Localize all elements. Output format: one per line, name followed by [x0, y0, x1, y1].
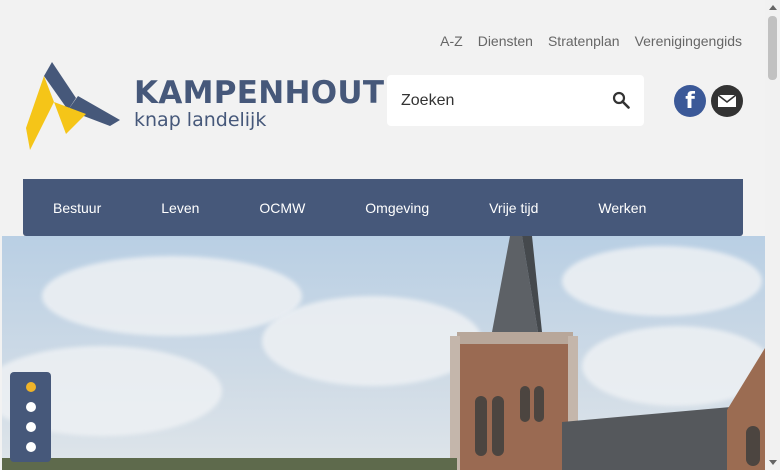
slider-pagination [10, 372, 51, 462]
top-link-diensten[interactable]: Diensten [478, 33, 533, 49]
nav-item-vrije-tijd[interactable]: Vrije tijd [489, 200, 538, 216]
site-logo[interactable]: KAMPENHOUT knap landelijk [24, 58, 384, 154]
nav-item-werken[interactable]: Werken [598, 200, 646, 216]
page: A-Z Diensten Stratenplan Verenigingengid… [0, 0, 765, 470]
slider-dot-1[interactable] [26, 382, 36, 392]
envelope-icon [717, 94, 737, 107]
slider-dot-4[interactable] [26, 442, 36, 452]
top-link-az[interactable]: A-Z [440, 33, 463, 49]
nav-item-omgeving[interactable]: Omgeving [365, 200, 429, 216]
logo-mark-icon [26, 62, 120, 150]
hero-image [2, 236, 765, 470]
slider-dot-2[interactable] [26, 402, 36, 412]
search-input[interactable] [387, 75, 597, 126]
search-box [387, 75, 644, 126]
logo-tagline: knap landelijk [134, 109, 267, 131]
scroll-up-icon[interactable] [769, 5, 777, 10]
nav-item-bestuur[interactable]: Bestuur [53, 200, 101, 216]
nav-item-ocmw[interactable]: OCMW [259, 200, 305, 216]
logo-name: KAMPENHOUT [134, 75, 385, 111]
page-scrollbar[interactable] [765, 0, 780, 470]
top-links: A-Z Diensten Stratenplan Verenigingengid… [440, 33, 742, 49]
scrollbar-thumb[interactable] [768, 16, 777, 80]
mail-icon[interactable] [711, 85, 743, 117]
facebook-icon[interactable]: f [674, 85, 706, 117]
top-link-verenigingengids[interactable]: Verenigingengids [635, 33, 742, 49]
main-nav: Bestuur Leven OCMW Omgeving Vrije tijd W… [23, 179, 743, 236]
scroll-down-icon[interactable] [769, 460, 777, 465]
slider-dot-3[interactable] [26, 422, 36, 432]
search-icon[interactable] [612, 91, 630, 109]
facebook-letter: f [685, 88, 695, 114]
top-link-stratenplan[interactable]: Stratenplan [548, 33, 620, 49]
church-illustration [2, 236, 765, 470]
nav-item-leven[interactable]: Leven [161, 200, 199, 216]
